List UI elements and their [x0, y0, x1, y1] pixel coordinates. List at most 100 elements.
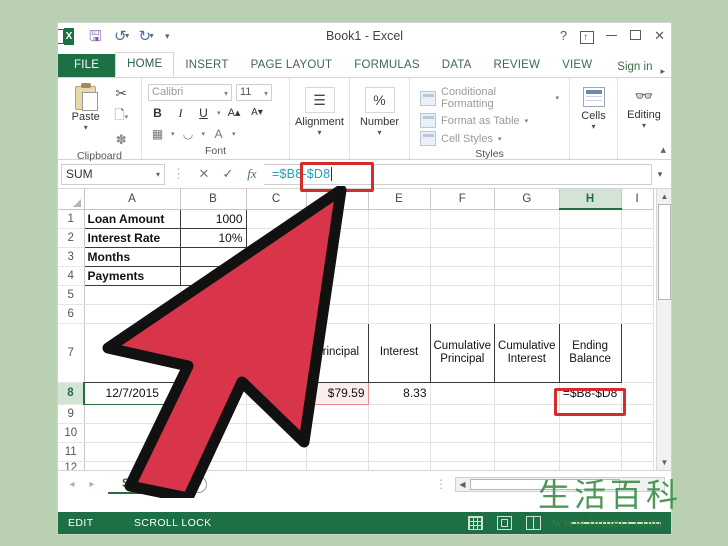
- cell-g11[interactable]: [495, 442, 560, 461]
- cell-c9[interactable]: [246, 404, 306, 423]
- cell-f8[interactable]: [430, 382, 495, 404]
- cell-h7[interactable]: Ending Balance: [559, 323, 621, 382]
- cell-f5[interactable]: [430, 285, 495, 304]
- font-size-input[interactable]: 11 ▾: [236, 84, 272, 101]
- tab-formulas[interactable]: FORMULAS: [343, 54, 431, 77]
- cell-f7[interactable]: Cumulative Principal: [430, 323, 495, 382]
- ribbon-group-number[interactable]: % Number ▾: [350, 78, 410, 159]
- chevron-down-icon[interactable]: ▾: [64, 124, 107, 132]
- conditional-formatting-button[interactable]: Conditional Formatting ▾: [420, 86, 559, 110]
- cell-f10[interactable]: [430, 423, 495, 442]
- increase-font-size-button[interactable]: A▴: [225, 104, 244, 122]
- copy-icon[interactable]: 🗋▾: [114, 106, 128, 128]
- chevron-right-icon[interactable]: ▸: [660, 66, 671, 77]
- minimize-icon[interactable]: [606, 27, 617, 45]
- scroll-down-icon[interactable]: ▼: [657, 455, 671, 470]
- cell-h8[interactable]: =$B8-$D8: [559, 382, 621, 404]
- cell-a9[interactable]: [84, 404, 180, 423]
- ribbon-display-options-icon[interactable]: [580, 30, 593, 43]
- select-all-corner[interactable]: [58, 189, 84, 209]
- horizontal-scrollbar[interactable]: ◀: [455, 477, 665, 492]
- enter-formula-button[interactable]: ✓: [216, 166, 240, 182]
- row-header-5[interactable]: 5: [58, 285, 84, 304]
- cell-g10[interactable]: [495, 423, 560, 442]
- cell-g7[interactable]: Cumulative Interest: [495, 323, 560, 382]
- cell-d2[interactable]: [306, 228, 368, 247]
- cell-i9[interactable]: [621, 404, 653, 423]
- chevron-down-icon[interactable]: ▾: [202, 130, 206, 138]
- vertical-scrollbar[interactable]: ▲ ▼: [656, 189, 671, 470]
- cell-d8[interactable]: $79.59: [306, 382, 368, 404]
- sign-in-button[interactable]: Sign in: [609, 57, 660, 77]
- decrease-font-size-button[interactable]: A▾: [248, 104, 267, 122]
- normal-view-icon[interactable]: [468, 516, 483, 530]
- horizontal-scroll-thumb[interactable]: [470, 479, 620, 490]
- cell-c6[interactable]: [246, 304, 306, 323]
- cell-f2[interactable]: [430, 228, 495, 247]
- scroll-up-icon[interactable]: ▲: [657, 189, 671, 204]
- column-header-d[interactable]: D: [306, 189, 368, 209]
- cell-h2[interactable]: [559, 228, 621, 247]
- cell-d10[interactable]: [306, 423, 368, 442]
- insert-function-icon[interactable]: fx: [240, 166, 264, 182]
- cell-g12[interactable]: [495, 461, 560, 470]
- cell-b1[interactable]: 1000: [180, 209, 246, 228]
- paste-button[interactable]: Paste ▾: [64, 83, 107, 132]
- cell-a4[interactable]: Payments: [84, 266, 180, 285]
- tab-page-layout[interactable]: PAGE LAYOUT: [240, 54, 344, 77]
- cell-i4[interactable]: [621, 266, 653, 285]
- cell-b11[interactable]: [180, 442, 246, 461]
- fill-color-icon[interactable]: ◡: [179, 125, 198, 143]
- cell-g2[interactable]: [495, 228, 560, 247]
- cell-e2[interactable]: [368, 228, 430, 247]
- chevron-down-icon[interactable]: ▾: [171, 130, 175, 138]
- cell-c12[interactable]: [246, 461, 306, 470]
- cell-h3[interactable]: [559, 247, 621, 266]
- chevron-down-icon[interactable]: ▾: [232, 130, 236, 138]
- column-header-a[interactable]: A: [84, 189, 180, 209]
- cell-c5[interactable]: [246, 285, 306, 304]
- chevron-down-icon[interactable]: ▾: [318, 129, 322, 137]
- close-icon[interactable]: ✕: [654, 27, 665, 45]
- cell-g5[interactable]: [495, 285, 560, 304]
- tab-view[interactable]: VIEW: [551, 54, 603, 77]
- help-icon[interactable]: ?: [560, 27, 567, 45]
- scroll-left-icon[interactable]: ◀: [456, 478, 469, 491]
- cell-b4[interactable]: [180, 266, 246, 285]
- expand-formula-bar-icon[interactable]: ▾: [652, 169, 668, 180]
- row-header-4[interactable]: 4: [58, 266, 84, 285]
- cell-e7[interactable]: Interest: [368, 323, 430, 382]
- cell-a1[interactable]: Loan Amount: [84, 209, 180, 228]
- tab-review[interactable]: REVIEW: [483, 54, 552, 77]
- cell-d6[interactable]: [306, 304, 368, 323]
- ribbon-group-alignment[interactable]: ☰ Alignment ▾: [290, 78, 350, 159]
- cell-a7[interactable]: Period: [84, 323, 180, 382]
- name-box[interactable]: SUM ▾: [61, 164, 165, 185]
- tab-home[interactable]: HOME: [115, 52, 174, 77]
- cancel-formula-button[interactable]: ✕: [192, 166, 216, 182]
- cell-g3[interactable]: [495, 247, 560, 266]
- cell-d12[interactable]: [306, 461, 368, 470]
- underline-button[interactable]: U: [194, 104, 213, 122]
- cell-g8[interactable]: [495, 382, 560, 404]
- cell-h1[interactable]: [559, 209, 621, 228]
- cell-c7[interactable]: [246, 323, 306, 382]
- chevron-down-icon[interactable]: ▾: [642, 122, 646, 130]
- column-header-c[interactable]: C: [246, 189, 306, 209]
- cell-i6[interactable]: [621, 304, 653, 323]
- cell-b2[interactable]: 10%: [180, 228, 246, 247]
- cell-b3[interactable]: [180, 247, 246, 266]
- cell-c10[interactable]: [246, 423, 306, 442]
- column-header-b[interactable]: B: [180, 189, 246, 209]
- collapse-ribbon-icon[interactable]: ▴: [660, 143, 666, 156]
- cell-a6[interactable]: [84, 304, 180, 323]
- cell-c3[interactable]: [246, 247, 306, 266]
- cell-d4[interactable]: [306, 266, 368, 285]
- column-header-e[interactable]: E: [368, 189, 430, 209]
- cell-i11[interactable]: [621, 442, 653, 461]
- row-header-1[interactable]: 1: [58, 209, 84, 228]
- row-header-11[interactable]: 11: [58, 442, 84, 461]
- chevron-down-icon[interactable]: ▾: [377, 129, 381, 137]
- column-header-g[interactable]: G: [495, 189, 560, 209]
- borders-icon[interactable]: ▦: [148, 125, 167, 143]
